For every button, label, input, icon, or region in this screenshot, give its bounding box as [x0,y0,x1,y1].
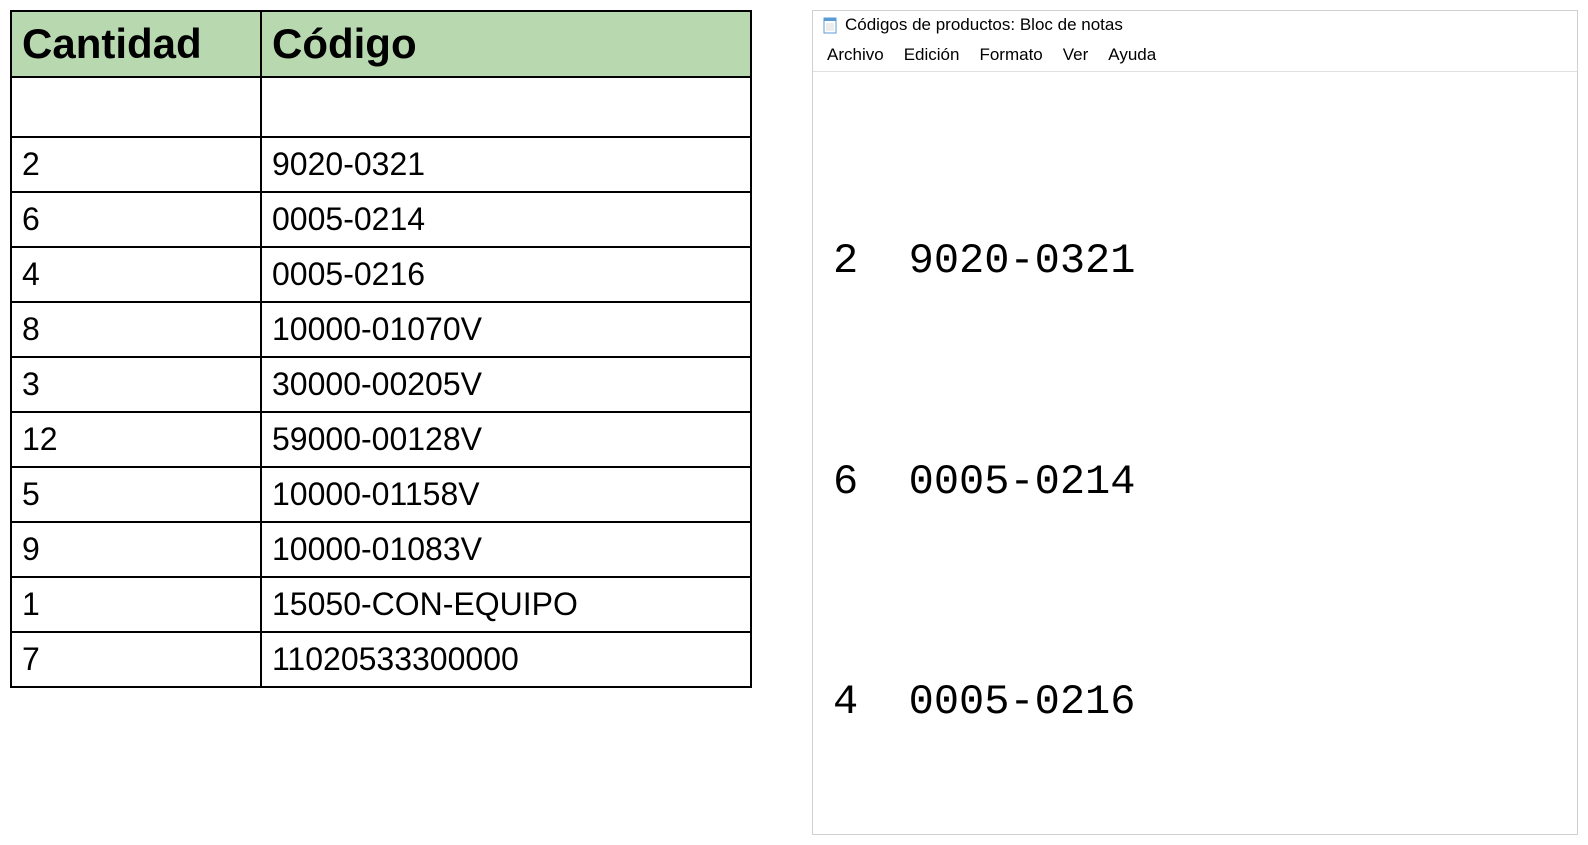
cell-cantidad[interactable]: 2 [11,137,261,192]
cell-codigo[interactable]: 0005-0214 [261,192,751,247]
menu-ver[interactable]: Ver [1053,41,1099,69]
table-row: 1 15050-CON-EQUIPO [11,577,751,632]
notepad-menubar: Archivo Edición Formato Ver Ayuda [813,39,1577,72]
cell-cantidad[interactable] [11,77,261,137]
table-row: 12 59000-00128V [11,412,751,467]
table-row: 9 10000-01083V [11,522,751,577]
table-row: 4 0005-0216 [11,247,751,302]
menu-edicion[interactable]: Edición [894,41,970,69]
cell-cantidad[interactable]: 12 [11,412,261,467]
cell-cantidad[interactable]: 1 [11,577,261,632]
cell-codigo[interactable]: 10000-01070V [261,302,751,357]
menu-archivo[interactable]: Archivo [817,41,894,69]
table-header-row: Cantidad Código [11,11,751,77]
notepad-app-icon [821,16,839,34]
spreadsheet-table-container: Cantidad Código 2 9020-0321 6 0005-0214 … [10,10,752,835]
table-row: 6 0005-0214 [11,192,751,247]
notepad-window: Códigos de productos: Bloc de notas Arch… [812,10,1578,835]
notepad-titlebar[interactable]: Códigos de productos: Bloc de notas [813,11,1577,39]
notepad-title-text: Códigos de productos: Bloc de notas [845,15,1123,35]
cell-cantidad[interactable]: 5 [11,467,261,522]
menu-formato[interactable]: Formato [969,41,1052,69]
notepad-line: 6 0005-0214 [833,446,1557,520]
menu-ayuda[interactable]: Ayuda [1098,41,1166,69]
cell-codigo[interactable] [261,77,751,137]
cell-cantidad[interactable]: 4 [11,247,261,302]
cell-codigo[interactable]: 15050-CON-EQUIPO [261,577,751,632]
table-row: 8 10000-01070V [11,302,751,357]
notepad-text-area[interactable]: 2 9020-0321 6 0005-0214 4 0005-0216 8 10… [813,72,1577,834]
header-codigo[interactable]: Código [261,11,751,77]
cell-cantidad[interactable]: 6 [11,192,261,247]
cell-cantidad[interactable]: 8 [11,302,261,357]
notepad-line: 2 9020-0321 [833,225,1557,299]
table-row: 3 30000-00205V [11,357,751,412]
table-row: 2 9020-0321 [11,137,751,192]
cell-codigo[interactable]: 10000-01158V [261,467,751,522]
table-row: 7 11020533300000 [11,632,751,687]
cell-cantidad[interactable]: 3 [11,357,261,412]
cell-codigo[interactable]: 0005-0216 [261,247,751,302]
table-row [11,77,751,137]
cell-codigo[interactable]: 10000-01083V [261,522,751,577]
header-cantidad[interactable]: Cantidad [11,11,261,77]
cell-cantidad[interactable]: 9 [11,522,261,577]
cell-codigo[interactable]: 59000-00128V [261,412,751,467]
product-codes-table: Cantidad Código 2 9020-0321 6 0005-0214 … [10,10,752,688]
notepad-line: 4 0005-0216 [833,666,1557,740]
table-row: 5 10000-01158V [11,467,751,522]
cell-codigo[interactable]: 11020533300000 [261,632,751,687]
cell-codigo[interactable]: 9020-0321 [261,137,751,192]
cell-cantidad[interactable]: 7 [11,632,261,687]
cell-codigo[interactable]: 30000-00205V [261,357,751,412]
